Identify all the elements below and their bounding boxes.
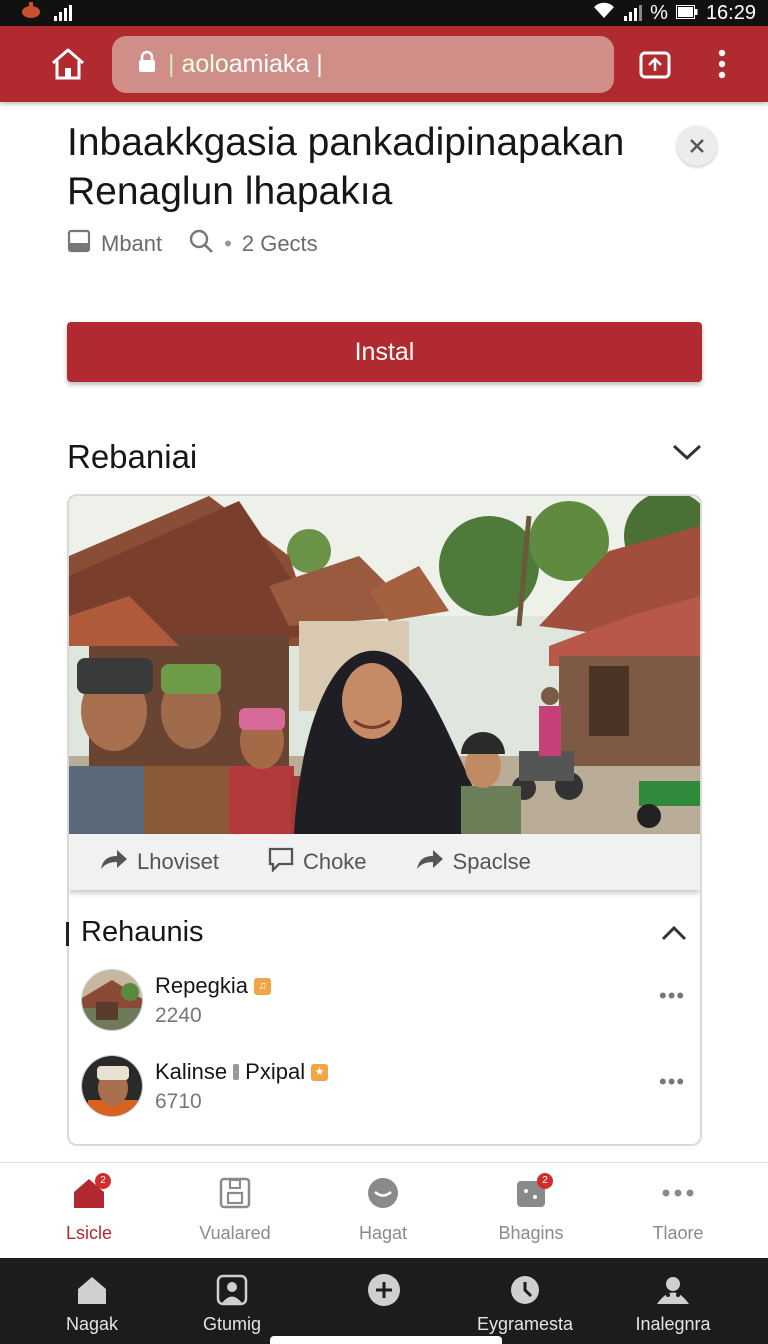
gets-count: 2 Gects [241, 231, 318, 256]
tab-hagat[interactable]: Hagat [308, 1173, 458, 1253]
app-notification-icon [18, 0, 44, 26]
tab-home[interactable]: 2 Lsicle [14, 1173, 164, 1253]
app-meta: Mbant • 2 Gects [67, 228, 318, 260]
home-icon[interactable] [48, 44, 88, 84]
battery-percent: % [650, 1, 668, 24]
action-spaclse-button[interactable]: Spaclse [415, 847, 531, 877]
photo-actions: Lhoviset Choke Spaclse [69, 834, 700, 890]
app-tab-bar: 2 Lsicle Vualared Hagat 2 Bhagins Tlaore [0, 1162, 768, 1258]
status-bar: % 16:29 [0, 0, 768, 26]
clock: 16:29 [705, 1, 756, 24]
more-options-icon[interactable]: ••• [659, 1069, 685, 1095]
nav-item-eygramesta[interactable]: Eygramesta [440, 1272, 610, 1335]
tabs-icon[interactable] [635, 44, 675, 84]
wifi-icon [592, 1, 616, 25]
chat-icon: 2 [511, 1173, 553, 1213]
action-comment-button[interactable]: Choke [267, 846, 367, 878]
save-icon [215, 1173, 255, 1213]
close-button[interactable] [677, 126, 717, 166]
bookmark-icon [67, 229, 91, 259]
action-label: Spaclse [452, 849, 531, 874]
notification-badge: 2 [537, 1173, 553, 1189]
village-photo[interactable] [69, 496, 700, 834]
tab-more[interactable]: Tlaore [603, 1173, 753, 1253]
avatar [81, 1055, 143, 1117]
group-icon [655, 1272, 691, 1308]
chevron-down-icon[interactable] [670, 440, 706, 470]
home-icon: 2 [69, 1173, 111, 1213]
battery-icon [675, 2, 698, 25]
more-icon [658, 1173, 698, 1213]
music-badge-icon: ♫ [253, 977, 271, 995]
list-item[interactable]: Kalinse Pxipal ★ 6710 ••• [81, 1055, 701, 1121]
tab-saved[interactable]: Vualared [160, 1173, 310, 1253]
install-button[interactable]: Instal [67, 322, 702, 382]
share-icon [415, 847, 445, 877]
nav-item-gtumig[interactable]: Gtumig [147, 1272, 317, 1335]
face-icon [363, 1173, 403, 1213]
item-count: 2240 [155, 1004, 202, 1027]
section-title: Rebaniai [67, 438, 198, 475]
clock-icon [507, 1272, 543, 1308]
tab-chats[interactable]: 2 Bhagins [456, 1173, 606, 1253]
address-bar[interactable]: | aoloamiaka | [112, 36, 614, 93]
comment-icon [267, 846, 295, 878]
bottom-nav: Nagak Gtumig Eygramesta Inalegnra [0, 1258, 768, 1344]
search-icon [188, 228, 214, 260]
add-icon [366, 1272, 402, 1308]
profile-icon [214, 1272, 250, 1308]
star-badge-icon: ★ [311, 1063, 329, 1081]
gallery-card: Lhoviset Choke Spaclse [67, 494, 702, 1146]
action-label: Choke [302, 849, 367, 874]
page-title: Inbaakkgasia pankadipinapakan Renaglun l… [67, 121, 625, 213]
separator-icon [233, 1064, 240, 1080]
item-count: 6710 [155, 1090, 202, 1113]
more-options-icon[interactable]: ••• [659, 983, 685, 1009]
notification-badge: 2 [95, 1173, 111, 1189]
lock-icon [136, 50, 158, 79]
action-share-button[interactable]: Lhoviset [99, 847, 219, 877]
chevron-up-icon[interactable] [660, 922, 690, 948]
nav-item-inalegnra[interactable]: Inalegnra [588, 1272, 758, 1335]
item-name: Kalinse Pxipal ★ [155, 1059, 329, 1085]
browser-toolbar: | aoloamiaka | [0, 26, 768, 102]
home-indicator[interactable] [270, 1336, 502, 1344]
share-icon [99, 847, 129, 877]
item-name: Repegkia ♫ [155, 973, 271, 999]
home-icon [74, 1272, 110, 1308]
author-label: Mbant [101, 231, 163, 256]
action-label: Lhoviset [137, 849, 219, 874]
avatar [81, 969, 143, 1031]
list-item[interactable]: Repegkia ♫ 2240 ••• [81, 969, 701, 1035]
section-marker [66, 922, 69, 946]
close-icon [690, 139, 704, 153]
section-title: Rehaunis [81, 916, 204, 948]
cell-signal-icon [624, 5, 643, 21]
signal-icon [54, 5, 72, 21]
url-text: | aoloamiaka | [168, 50, 323, 78]
kebab-menu-icon[interactable] [702, 44, 742, 84]
